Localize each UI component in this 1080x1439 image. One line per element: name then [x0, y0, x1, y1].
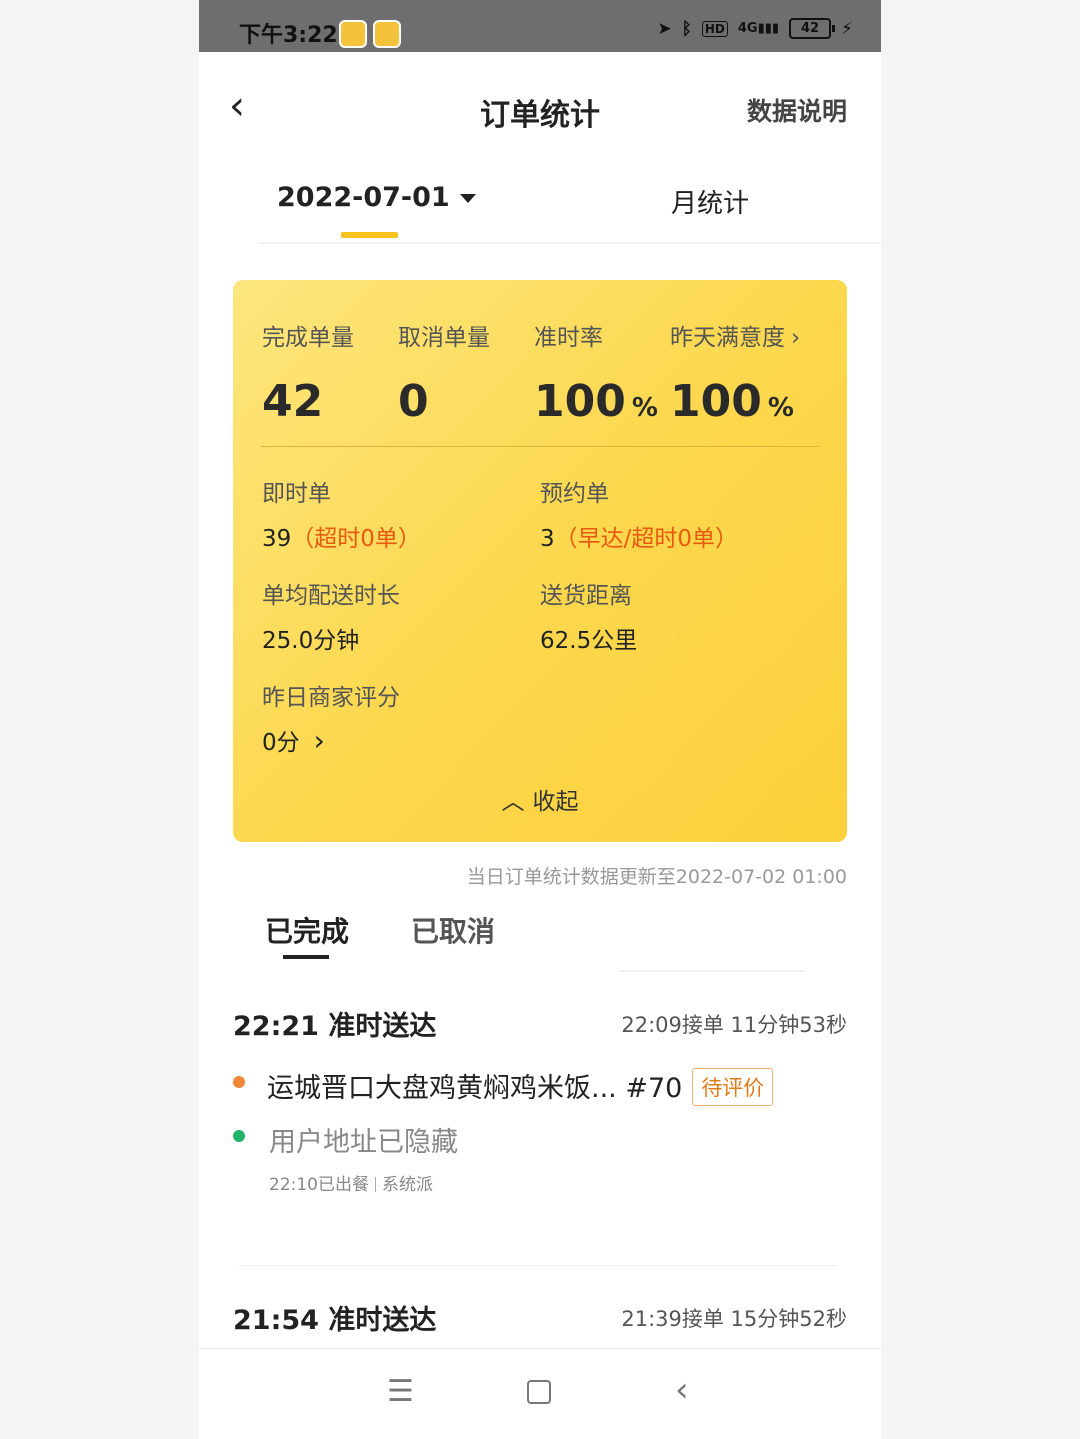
tab-indicator [283, 955, 329, 959]
location-icon: ➤ [657, 18, 672, 39]
order-title: 21:54 准时送达 [233, 1305, 437, 1336]
metric-value-ontime: 100% [534, 376, 658, 427]
metric-label-cancelled: 取消单量 [398, 325, 490, 351]
status-icons: ➤ ᛒ HD 4G▮▮▮ 42 ⚡ [657, 18, 853, 39]
address-text: 用户地址已隐藏 [269, 1127, 458, 1158]
tab-monthly-stats[interactable]: 月统计 [671, 183, 749, 220]
order-sub-info: 22:10已出餐 系统派 [269, 1175, 433, 1195]
address-dot-icon [233, 1130, 245, 1142]
divider [199, 1348, 881, 1349]
avg-time-value: 25.0分钟 [262, 628, 360, 654]
date-value: 2022-07-01 [277, 182, 450, 213]
phone-screen: 下午3:22 ➤ ᛒ HD 4G▮▮▮ 42 ⚡ ‹ 订单统计 数据说明 202… [199, 0, 881, 1439]
reserve-label: 预约单 [540, 481, 609, 507]
app-notification-icon [339, 20, 367, 48]
pending-review-badge[interactable]: 待评价 [692, 1068, 774, 1106]
stats-card: 完成单量 取消单量 准时率 昨天满意度 › 42 0 100% 100% 即时单 … [233, 280, 847, 842]
battery-icon: 42 [789, 18, 836, 39]
chevron-right-icon: › [791, 325, 801, 351]
order-title: 22:21 准时送达 [233, 1011, 437, 1042]
rating-label: 昨日商家评分 [262, 685, 400, 711]
order-meta: 21:39接单 15分钟52秒 [621, 1307, 847, 1331]
metric-value-completed: 42 [262, 376, 324, 427]
divider [619, 970, 805, 972]
card-divider [261, 446, 819, 447]
distance-value: 62.5公里 [540, 628, 638, 654]
metric-value-satisfaction: 100% [670, 376, 794, 427]
status-bar: 下午3:22 ➤ ᛒ HD 4G▮▮▮ 42 ⚡ [199, 0, 881, 52]
chevron-right-icon: › [313, 724, 325, 757]
tab-cancelled[interactable]: 已取消 [411, 910, 495, 950]
reserve-value: 3（早达/超时0单） [540, 526, 739, 552]
instant-value: 39（超时0单） [262, 526, 421, 552]
date-picker[interactable]: 2022-07-01 [277, 182, 476, 213]
distance-label: 送货距离 [540, 583, 632, 609]
menu-icon[interactable]: ☰ [387, 1374, 414, 1409]
divider [239, 1265, 837, 1266]
metric-label-ontime: 准时率 [534, 325, 603, 351]
chevron-up-icon: ︿ [501, 789, 525, 815]
update-note: 当日订单统计数据更新至2022-07-02 01:00 [466, 866, 847, 888]
nav-bar: ‹ 订单统计 数据说明 [199, 52, 881, 162]
charging-icon: ⚡ [841, 18, 853, 39]
shop-name: 运城晋口大盘鸡黄焖鸡米饭... #70 待评价 [267, 1066, 774, 1106]
status-time: 下午3:22 [239, 23, 338, 48]
instant-label: 即时单 [262, 481, 331, 507]
collapse-button[interactable]: ︿ 收起 [233, 782, 847, 816]
caret-down-icon [459, 194, 476, 203]
app-notification-icon [373, 20, 401, 48]
back-nav-icon[interactable]: ‹ [675, 1370, 689, 1410]
tab-completed[interactable]: 已完成 [265, 910, 349, 950]
date-tab-indicator [341, 232, 398, 238]
date-tabs: 2022-07-01 月统计 [259, 172, 881, 244]
rating-value[interactable]: 0分 › [262, 723, 325, 757]
hd-icon: HD [701, 20, 728, 37]
metric-label-completed: 完成单量 [262, 325, 354, 351]
order-meta: 22:09接单 11分钟53秒 [621, 1013, 847, 1037]
metric-label-satisfaction[interactable]: 昨天满意度 › [670, 318, 800, 352]
shop-dot-icon [233, 1076, 245, 1088]
signal-icon: 4G▮▮▮ [737, 21, 780, 36]
data-explanation-link[interactable]: 数据说明 [747, 92, 847, 128]
bluetooth-icon: ᛒ [681, 18, 692, 39]
home-icon[interactable] [527, 1380, 551, 1404]
metric-value-cancelled: 0 [398, 376, 429, 427]
avg-time-label: 单均配送时长 [262, 583, 400, 609]
